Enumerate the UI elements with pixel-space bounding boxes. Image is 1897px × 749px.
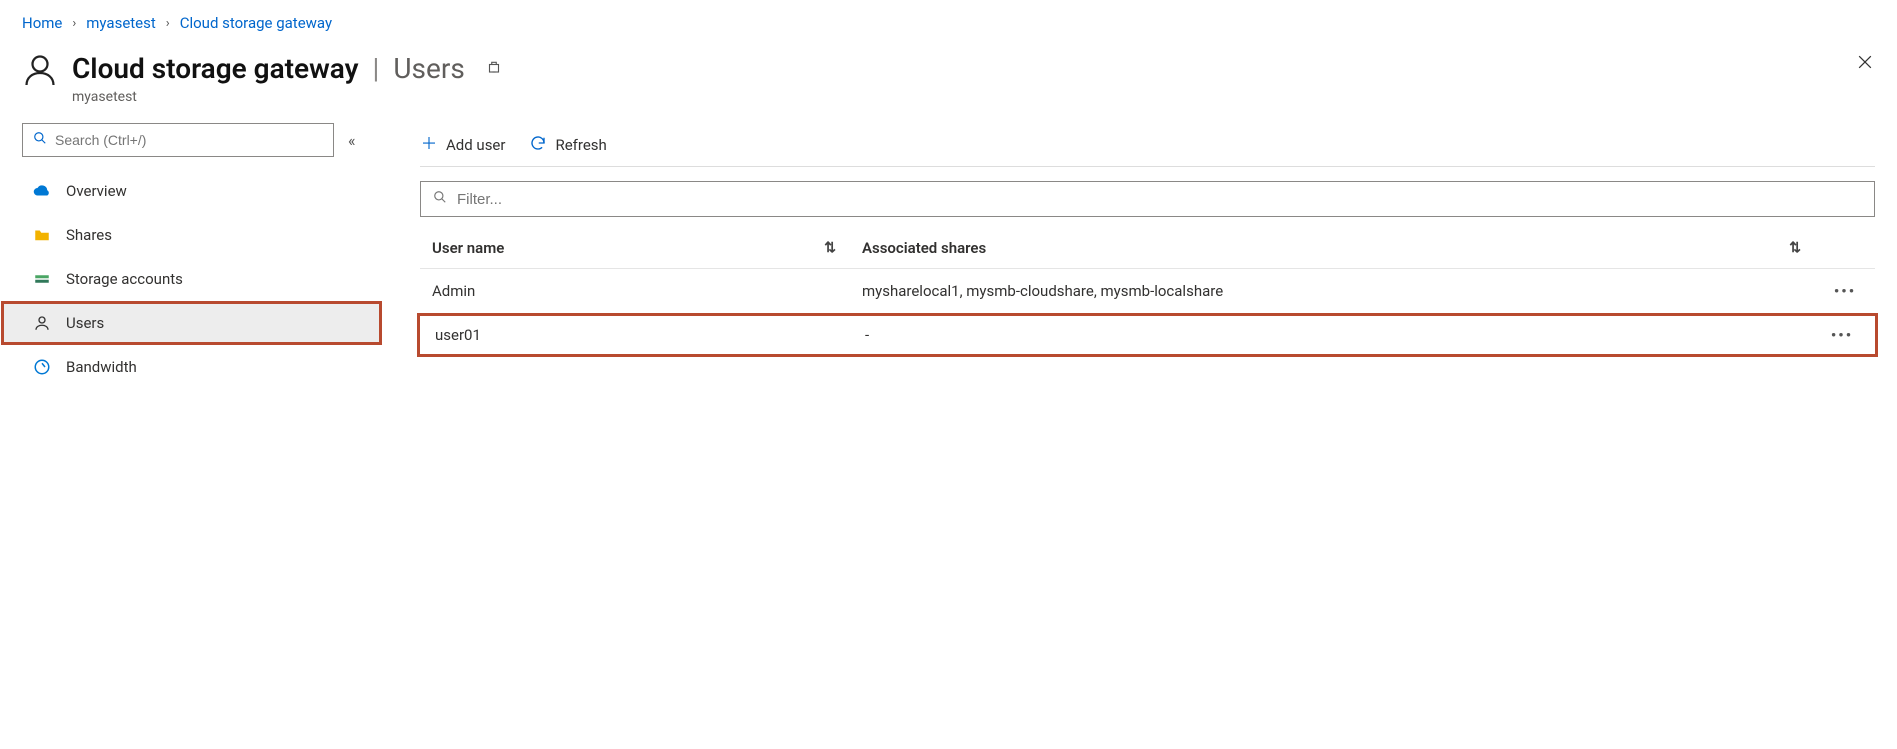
add-user-label: Add user xyxy=(446,136,505,154)
toolbar: Add user Refresh xyxy=(420,123,1875,167)
row-actions-icon[interactable]: ••• xyxy=(1834,282,1856,300)
page-section: Users xyxy=(393,52,464,85)
filter-box[interactable] xyxy=(420,181,1875,217)
row-actions-icon[interactable]: ••• xyxy=(1831,326,1853,344)
breadcrumb-parent[interactable]: myasetest xyxy=(86,14,156,32)
sidebar-item-label: Bandwidth xyxy=(66,358,137,376)
sidebar-search[interactable] xyxy=(22,123,334,157)
person-icon xyxy=(22,52,58,92)
sidebar-item-overview[interactable]: Overview xyxy=(22,169,376,213)
chevron-right-icon: › xyxy=(166,16,170,31)
page-title: Cloud storage gateway xyxy=(72,52,359,85)
close-icon[interactable] xyxy=(1855,52,1875,76)
breadcrumb-home[interactable]: Home xyxy=(22,14,62,32)
main-content: Add user Refresh User name ⇅ xyxy=(390,123,1897,749)
breadcrumb-current[interactable]: Cloud storage gateway xyxy=(180,14,332,32)
title-separator: | xyxy=(373,52,380,85)
col-header-shares[interactable]: Associated shares xyxy=(862,239,986,257)
sidebar-item-users[interactable]: Users xyxy=(1,301,382,345)
sidebar-item-label: Shares xyxy=(66,226,112,244)
search-icon xyxy=(33,131,47,149)
search-icon xyxy=(433,190,447,208)
bandwidth-icon xyxy=(32,358,52,376)
sidebar-item-storage-accounts[interactable]: Storage accounts xyxy=(22,257,376,301)
page-header: Cloud storage gateway | Users myasetest xyxy=(0,46,1897,123)
storage-icon xyxy=(32,270,52,288)
folder-icon xyxy=(32,226,52,244)
search-input[interactable] xyxy=(55,132,323,148)
plus-icon xyxy=(420,134,438,156)
sidebar-item-shares[interactable]: Shares xyxy=(22,213,376,257)
sidebar: « Overview Shares Storage accounts Users xyxy=(0,123,390,749)
person-icon xyxy=(32,314,52,332)
add-user-button[interactable]: Add user xyxy=(420,134,505,156)
sort-icon[interactable]: ⇅ xyxy=(1789,240,1801,256)
refresh-icon xyxy=(529,134,547,156)
page-subtitle: myasetest xyxy=(72,89,1841,105)
refresh-label: Refresh xyxy=(555,136,606,154)
sidebar-item-label: Overview xyxy=(66,182,127,200)
table-row[interactable]: Admin mysharelocal1, mysmb-cloudshare, m… xyxy=(420,269,1875,313)
table-row[interactable]: user01 - ••• xyxy=(417,313,1878,357)
sidebar-item-label: Storage accounts xyxy=(66,270,183,288)
collapse-sidebar-icon[interactable]: « xyxy=(348,131,356,150)
sidebar-item-bandwidth[interactable]: Bandwidth xyxy=(22,345,376,389)
sort-icon[interactable]: ⇅ xyxy=(824,240,836,256)
users-table: User name ⇅ Associated shares ⇅ Admin my… xyxy=(420,227,1875,357)
cell-shares: mysharelocal1, mysmb-cloudshare, mysmb-l… xyxy=(862,282,1223,300)
refresh-button[interactable]: Refresh xyxy=(529,134,606,156)
chevron-right-icon: › xyxy=(72,16,76,31)
cell-username: user01 xyxy=(435,326,481,344)
breadcrumb: Home › myasetest › Cloud storage gateway xyxy=(0,0,1897,46)
filter-input[interactable] xyxy=(457,191,1862,208)
table-header: User name ⇅ Associated shares ⇅ xyxy=(420,227,1875,269)
cell-shares: - xyxy=(865,326,869,344)
cell-username: Admin xyxy=(432,282,475,300)
col-header-username[interactable]: User name xyxy=(432,239,504,257)
sidebar-item-label: Users xyxy=(66,314,104,332)
cloud-icon xyxy=(32,182,52,200)
pin-icon[interactable] xyxy=(485,52,503,85)
